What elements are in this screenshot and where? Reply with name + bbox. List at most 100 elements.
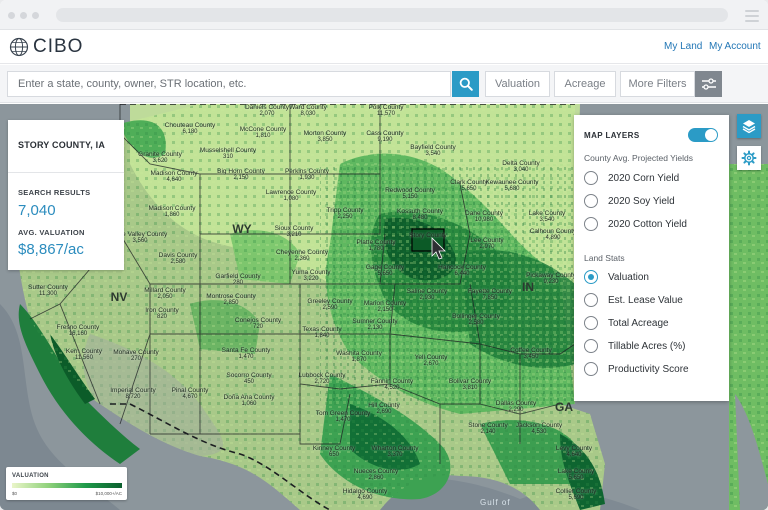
county-name: Iron County	[145, 307, 179, 314]
county-name: Wharton County	[371, 445, 419, 452]
county-label: Mohave County 270	[113, 349, 159, 363]
county-label: Kewaunee County 5,680	[485, 179, 538, 193]
county-value: 2,250	[337, 214, 353, 220]
county-value: 8,720	[125, 394, 141, 400]
gear-icon	[741, 150, 757, 166]
county-name: Kinney County	[312, 445, 356, 452]
radio-unselected-icon[interactable]	[584, 171, 598, 185]
radio-unselected-icon[interactable]	[584, 339, 598, 353]
search-input[interactable]	[7, 71, 451, 97]
layer-option-label: 2020 Cotton Yield	[608, 218, 687, 230]
legend-min: $0	[12, 491, 18, 496]
search-button[interactable]	[452, 71, 479, 97]
map-layers-panel: MAP LAYERS County Avg. Projected Yields …	[574, 115, 729, 401]
county-value: 2,720	[314, 379, 330, 385]
county-value: 2,690	[376, 409, 392, 415]
county-value: 8,030	[300, 111, 316, 117]
county-name: Clark County	[450, 179, 488, 186]
county-label: Imperial County 8,720	[110, 387, 156, 401]
county-name: Garfield County	[215, 273, 261, 280]
layer-option[interactable]: 2020 Cotton Yield	[584, 216, 687, 232]
county-label: Clark County 5,650	[450, 179, 488, 193]
window-dot-minimize[interactable]	[20, 12, 27, 19]
county-value: 3,450	[523, 354, 539, 360]
county-name: McCone County	[239, 126, 287, 133]
search-toolbar: Valuation Acreage More Filters	[0, 65, 768, 103]
county-label: Tom Green County 1,470	[316, 410, 371, 424]
toggle-knob	[705, 129, 717, 141]
county-value: 4,640	[566, 452, 582, 458]
county-name: Ward County	[289, 104, 327, 111]
county-name: Stone County	[468, 422, 508, 429]
county-info-card: STORY COUNTY, IA SEARCH RESULTS 7,040 AV…	[8, 120, 124, 270]
nav-my-account[interactable]: My Account	[709, 41, 761, 52]
radio-unselected-icon[interactable]	[584, 362, 598, 376]
brand-logo[interactable]: CIBO	[9, 36, 83, 58]
acreage-filter-button[interactable]: Acreage	[554, 71, 616, 97]
county-value: 8,480	[412, 215, 428, 221]
radio-unselected-icon[interactable]	[584, 293, 598, 307]
county-value: 9,190	[377, 137, 393, 143]
layer-option[interactable]: 2020 Soy Yield	[584, 193, 675, 209]
county-value: 3,620	[152, 158, 168, 164]
county-label: Calhoun County 4,890	[530, 228, 577, 242]
county-label: Fannin County 4,520	[371, 378, 413, 392]
layers-button[interactable]	[737, 114, 761, 138]
county-name: Cass County	[366, 130, 404, 137]
county-value: 1,780	[368, 246, 384, 252]
layer-option[interactable]: 2020 Corn Yield	[584, 170, 679, 186]
map-layers-toggle[interactable]	[688, 128, 718, 142]
layer-option-label: Productivity Score	[608, 363, 689, 375]
county-value: 11,570	[377, 111, 395, 117]
window-dot-close[interactable]	[8, 12, 15, 19]
county-name: Sutter County	[28, 284, 68, 291]
county-value: 2,150	[233, 175, 249, 181]
county-value: 3,210	[286, 232, 302, 238]
county-label: Hancock County 6,440	[438, 264, 486, 278]
layer-option[interactable]: Total Acreage	[584, 315, 669, 331]
county-value: 310	[222, 154, 234, 160]
county-name: Texas County	[302, 326, 342, 333]
radio-selected-icon[interactable]	[584, 270, 598, 284]
county-label: McCone County 1,810	[240, 126, 287, 140]
county-name: Lubbock County	[298, 372, 346, 379]
county-value: 11,300	[39, 291, 57, 297]
more-filters-button[interactable]: More Filters	[620, 71, 695, 97]
county-value: 1,470	[335, 417, 351, 423]
county-value: 4,890	[545, 235, 561, 241]
nav-my-land[interactable]: My Land	[664, 41, 702, 52]
radio-unselected-icon[interactable]	[584, 194, 598, 208]
radio-unselected-icon[interactable]	[584, 217, 598, 231]
county-value: 4,530	[531, 429, 547, 435]
county-value: 5,690	[568, 495, 584, 501]
layer-option[interactable]: Tillable Acres (%)	[584, 338, 685, 354]
layer-option[interactable]: Est. Lease Value	[584, 292, 683, 308]
radio-unselected-icon[interactable]	[584, 316, 598, 330]
county-name: Washita County	[336, 350, 382, 357]
county-value: 2,150	[377, 307, 393, 313]
county-label: Bollinger County 2,580	[452, 313, 500, 327]
county-label: Coffee County 3,450	[510, 347, 551, 361]
county-name: Dane County	[465, 210, 503, 217]
county-value: 16,160	[68, 331, 88, 337]
address-bar[interactable]	[56, 8, 728, 22]
layer-option[interactable]: Valuation	[584, 269, 649, 285]
valuation-filter-button[interactable]: Valuation	[485, 71, 550, 97]
county-name: Lee County	[470, 237, 504, 244]
county-value: 4,690	[357, 495, 373, 501]
county-name: Bollinger County	[452, 313, 500, 320]
county-value: 2,860	[368, 475, 384, 481]
county-label: Daniels County 2,070	[245, 104, 289, 118]
county-name: Yell County	[414, 354, 448, 361]
window-dot-zoom[interactable]	[32, 12, 39, 19]
menu-icon[interactable]	[745, 10, 759, 25]
layer-option[interactable]: Productivity Score	[584, 361, 689, 377]
county-value: 720	[252, 324, 263, 330]
county-value: 4,670	[182, 394, 198, 400]
filter-settings-button[interactable]	[695, 71, 722, 97]
county-value: 2,580	[170, 259, 186, 265]
settings-button[interactable]	[737, 146, 761, 170]
county-label: Pinal County 4,670	[172, 387, 209, 401]
county-name: Millard County	[144, 287, 186, 294]
county-name: Daniels County	[244, 104, 290, 111]
